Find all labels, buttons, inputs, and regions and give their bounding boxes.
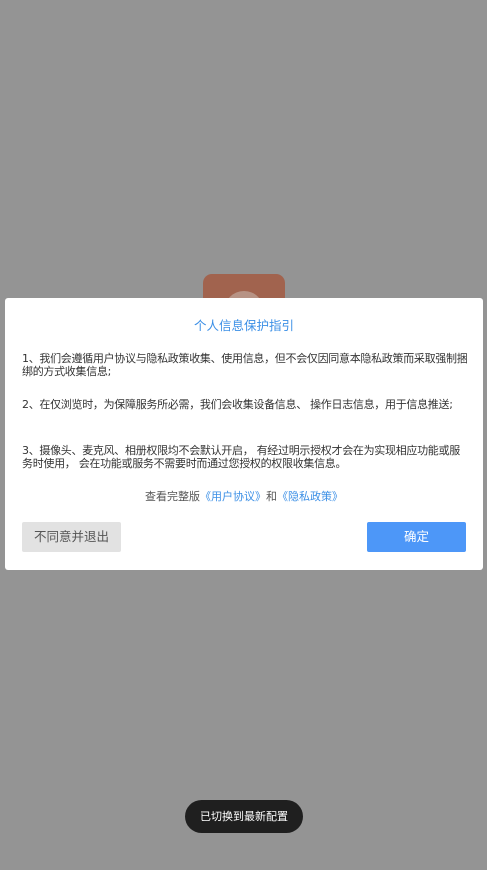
privacy-clause-1: 1、我们会遵循用户协议与隐私政策收集、使用信息，但不会仅因同意本隐私政策而采取强… [22,352,468,378]
privacy-policy-link[interactable]: 《隐私政策》 [277,490,343,503]
links-joiner: 和 [266,490,277,503]
privacy-clause-3: 3、摄像头、麦克风、相册权限均不会默认开启， 有经过明示授权才会在为实现相应功能… [22,444,460,470]
links-prefix: 查看完整版 [145,490,200,503]
privacy-clause-2: 2、在仅浏览时，为保障服务所必需，我们会收集设备信息、 操作日志信息，用于信息推… [22,398,453,411]
agreement-links: 查看完整版《用户协议》和《隐私政策》 [5,490,483,504]
confirm-button[interactable]: 确定 [367,522,466,552]
dialog-title: 个人信息保护指引 [193,318,294,333]
decline-exit-button[interactable]: 不同意并退出 [22,522,121,552]
privacy-dialog: 个人信息保护指引 1、我们会遵循用户协议与隐私政策收集、使用信息，但不会仅因同意… [5,298,483,570]
toast-message: 已切换到最新配置 [185,800,303,833]
user-agreement-link[interactable]: 《用户协议》 [200,490,266,503]
